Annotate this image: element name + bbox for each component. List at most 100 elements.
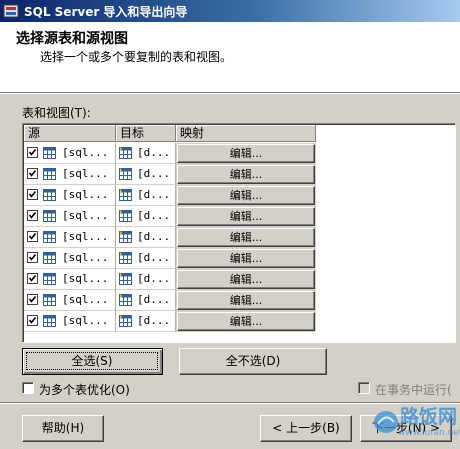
source-name: [sql... — [62, 209, 109, 222]
table-icon — [43, 147, 56, 159]
table-icon — [43, 315, 56, 327]
checkbox-box[interactable] — [358, 382, 370, 394]
source-cell[interactable]: [sql... — [24, 185, 116, 206]
select-all-button[interactable]: 全选(S) — [22, 348, 163, 375]
table-row[interactable]: [sql... [d... 编辑... — [24, 164, 316, 185]
target-name: [d... — [137, 209, 171, 222]
edit-mapping-button[interactable]: 编辑... — [177, 186, 315, 205]
source-cell[interactable]: [sql... — [24, 248, 116, 269]
source-cell[interactable]: [sql... — [24, 206, 116, 227]
target-name: [d... — [137, 230, 171, 243]
help-button[interactable]: 帮助(H) — [22, 415, 104, 442]
edit-mapping-button[interactable]: 编辑... — [177, 249, 315, 268]
source-name: [sql... — [62, 251, 109, 264]
source-cell[interactable]: [sql... — [24, 311, 116, 332]
watermark-url: www.lufan.net — [398, 428, 460, 438]
target-cell[interactable]: [d... — [116, 311, 176, 332]
table-row[interactable]: [sql... [d... 编辑... — [24, 227, 316, 248]
wizard-header: 选择源表和源视图 选择一个或多个要复制的表和视图。 — [0, 22, 460, 93]
edit-mapping-button[interactable]: 编辑... — [177, 144, 315, 163]
target-cell[interactable]: [d... — [116, 227, 176, 248]
table-icon — [43, 252, 56, 264]
new-table-icon — [119, 231, 132, 243]
table-icon — [43, 231, 56, 243]
tables-views-label: 表和视图(T): — [22, 106, 91, 120]
new-table-icon — [119, 189, 132, 201]
row-checkbox[interactable] — [27, 168, 38, 179]
back-button[interactable]: < 上一步(B) — [260, 415, 352, 442]
source-cell[interactable]: [sql... — [24, 269, 116, 290]
target-name: [d... — [137, 188, 171, 201]
table-row[interactable]: [sql... [d... 编辑... — [24, 269, 316, 290]
new-table-icon — [119, 294, 132, 306]
source-name: [sql... — [62, 146, 109, 159]
checkbox-box[interactable] — [22, 382, 34, 394]
target-cell[interactable]: [d... — [116, 185, 176, 206]
page-title: 选择源表和源视图 — [16, 31, 128, 47]
target-cell[interactable]: [d... — [116, 143, 176, 164]
target-name: [d... — [137, 314, 171, 327]
title-bar: SQL Server 导入和导出向导 — [0, 0, 460, 22]
target-cell[interactable]: [d... — [116, 290, 176, 311]
watermark-logo: 路饭网 www.lufan.net — [370, 398, 460, 446]
target-name: [d... — [137, 146, 171, 159]
source-cell[interactable]: [sql... — [24, 143, 116, 164]
source-name: [sql... — [62, 230, 109, 243]
table-row[interactable]: [sql... [d... 编辑... — [24, 290, 316, 311]
column-header-mapping[interactable]: 映射 — [176, 125, 316, 142]
deselect-all-button[interactable]: 全不选(D) — [179, 348, 327, 375]
target-cell[interactable]: [d... — [116, 248, 176, 269]
row-checkbox[interactable] — [27, 273, 38, 284]
column-header-source[interactable]: 源 — [24, 125, 116, 142]
new-table-icon — [119, 210, 132, 222]
row-checkbox[interactable] — [27, 147, 38, 158]
source-cell[interactable]: [sql... — [24, 164, 116, 185]
new-table-icon — [119, 147, 132, 159]
edit-mapping-button[interactable]: 编辑... — [177, 228, 315, 247]
new-table-icon — [119, 273, 132, 285]
edit-mapping-button[interactable]: 编辑... — [177, 165, 315, 184]
target-cell[interactable]: [d... — [116, 206, 176, 227]
source-name: [sql... — [62, 167, 109, 180]
row-checkbox[interactable] — [27, 231, 38, 242]
source-cell[interactable]: [sql... — [24, 290, 116, 311]
run-in-transaction-label: 在事务中运行( — [375, 383, 452, 397]
sql-server-icon — [3, 4, 19, 18]
new-table-icon — [119, 252, 132, 264]
target-name: [d... — [137, 167, 171, 180]
table-row[interactable]: [sql... [d... 编辑... — [24, 311, 316, 332]
table-icon — [43, 168, 56, 180]
source-name: [sql... — [62, 272, 109, 285]
optimize-multi-tables-label: 为多个表优化(O) — [39, 383, 130, 397]
new-table-icon — [119, 168, 132, 180]
page-subtitle: 选择一个或多个要复制的表和视图。 — [40, 50, 233, 64]
column-header-target[interactable]: 目标 — [116, 125, 176, 142]
table-row[interactable]: [sql... [d... 编辑... — [24, 206, 316, 227]
table-icon — [43, 294, 56, 306]
edit-mapping-button[interactable]: 编辑... — [177, 291, 315, 310]
table-row[interactable]: [sql... [d... 编辑... — [24, 185, 316, 206]
edit-mapping-button[interactable]: 编辑... — [177, 312, 315, 331]
table-row[interactable]: [sql... [d... 编辑... — [24, 143, 316, 164]
row-checkbox[interactable] — [27, 252, 38, 263]
source-cell[interactable]: [sql... — [24, 227, 116, 248]
row-checkbox[interactable] — [27, 294, 38, 305]
target-name: [d... — [137, 293, 171, 306]
header-divider — [0, 93, 460, 94]
table-row[interactable]: [sql... [d... 编辑... — [24, 248, 316, 269]
target-cell[interactable]: [d... — [116, 269, 176, 290]
row-checkbox[interactable] — [27, 210, 38, 221]
table-icon — [43, 273, 56, 285]
new-table-icon — [119, 315, 132, 327]
table-icon — [43, 210, 56, 222]
tables-views-grid[interactable]: 源 目标 映射 [sql... [d... 编辑... [sql... [d... 编辑.… — [22, 123, 456, 343]
window-title: SQL Server 导入和导出向导 — [24, 5, 188, 19]
source-name: [sql... — [62, 188, 109, 201]
target-name: [d... — [137, 251, 171, 264]
row-checkbox[interactable] — [27, 315, 38, 326]
edit-mapping-button[interactable]: 编辑... — [177, 207, 315, 226]
source-name: [sql... — [62, 314, 109, 327]
row-checkbox[interactable] — [27, 189, 38, 200]
target-cell[interactable]: [d... — [116, 164, 176, 185]
edit-mapping-button[interactable]: 编辑... — [177, 270, 315, 289]
